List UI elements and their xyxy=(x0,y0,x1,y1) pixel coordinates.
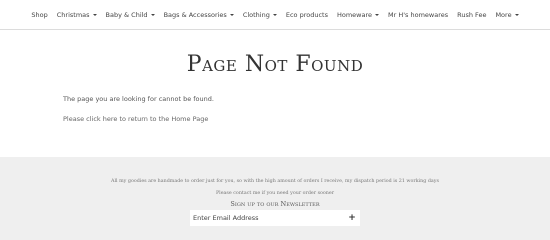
nav-item-label: Rush Fee xyxy=(457,10,487,19)
nav-item-label: Christmas xyxy=(56,10,90,19)
contact-notice: Please contact me if you need your order… xyxy=(215,191,335,196)
nav-item-homeware[interactable]: Homeware xyxy=(336,10,380,19)
nav-item-label: Homeware xyxy=(336,10,373,19)
footer: All my goodies are handmade to order jus… xyxy=(0,157,550,240)
not-found-message: The page you are looking for cannot be f… xyxy=(63,95,214,103)
plus-icon[interactable]: + xyxy=(344,210,360,226)
nav-item-christmas[interactable]: Christmas xyxy=(57,11,97,19)
nav-item-mr-hs-homewares[interactable]: Mr H's homewares xyxy=(388,11,448,19)
nav-item-more[interactable]: More xyxy=(495,10,519,19)
newsletter-title: Sign up to our Newsletter xyxy=(230,200,320,208)
main-navigation: Shop Christmas Baby & Child Bags & Acces… xyxy=(0,0,550,30)
nav-item-shop[interactable]: Shop xyxy=(31,11,47,19)
nav-item-bags-accessories[interactable]: Bags & Accessories xyxy=(164,11,234,19)
caret-down-icon xyxy=(375,13,380,16)
dispatch-notice: All my goodies are handmade to order jus… xyxy=(111,179,439,184)
nav-item-label: Baby & Child xyxy=(105,10,148,19)
caret-down-icon xyxy=(229,13,234,16)
nav-item-label: Eco products xyxy=(285,10,328,19)
nav-item-baby-child[interactable]: Baby & Child xyxy=(106,11,155,19)
nav-item-label: Mr H's homewares xyxy=(388,10,449,19)
nav-item-label: More xyxy=(495,10,512,19)
nav-item-label: Clothing xyxy=(242,10,270,19)
caret-down-icon xyxy=(150,13,155,16)
nav-item-clothing[interactable]: Clothing xyxy=(243,11,277,19)
home-page-link[interactable]: Please click here to return to the Home … xyxy=(63,115,208,123)
nav-item-rush-fee[interactable]: Rush Fee xyxy=(457,11,486,19)
caret-down-icon xyxy=(92,13,97,16)
nav-item-label: Bags & Accessories xyxy=(163,10,227,19)
caret-down-icon xyxy=(272,13,277,16)
caret-down-icon xyxy=(514,13,519,16)
email-input[interactable] xyxy=(190,211,343,225)
nav-item-eco-products[interactable]: Eco products xyxy=(286,11,328,19)
nav-item-label: Shop xyxy=(31,10,48,19)
page-title: Page Not Found xyxy=(186,52,364,77)
newsletter-form: + xyxy=(190,210,360,226)
